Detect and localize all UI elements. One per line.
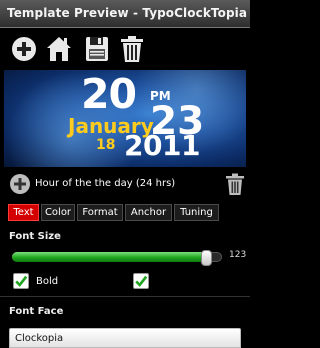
layer-name: Hour of the the day (24 hrs) bbox=[35, 178, 176, 189]
toolbar bbox=[0, 29, 250, 70]
tab-format[interactable]: Format bbox=[77, 204, 123, 221]
title-bar: Template Preview - TypoClockTopia bbox=[0, 0, 250, 28]
second-checkbox[interactable] bbox=[133, 273, 149, 289]
divider bbox=[0, 296, 250, 297]
home-icon[interactable] bbox=[45, 34, 73, 64]
trash-icon[interactable] bbox=[118, 34, 146, 64]
clock-weekday: 18 bbox=[96, 137, 116, 153]
clock-preview: 20 PM January 23 18 2011 bbox=[4, 70, 246, 167]
tab-text[interactable]: Text bbox=[8, 204, 39, 221]
font-size-label: Font Size bbox=[9, 231, 61, 242]
clock-hour: 20 bbox=[81, 70, 137, 118]
property-tabs: Text Color Format Anchor Tuning bbox=[8, 204, 248, 221]
delete-layer-icon[interactable] bbox=[224, 172, 246, 196]
layer-row[interactable]: Hour of the the day (24 hrs) bbox=[0, 170, 250, 198]
font-size-slider[interactable] bbox=[12, 250, 222, 266]
font-size-value: 123 bbox=[229, 250, 247, 260]
tab-tuning[interactable]: Tuning bbox=[174, 204, 219, 221]
font-face-value: Clockopia bbox=[15, 333, 64, 344]
bold-label: Bold bbox=[36, 276, 59, 287]
slider-fill bbox=[12, 252, 207, 262]
slider-thumb[interactable] bbox=[201, 250, 212, 266]
tab-color[interactable]: Color bbox=[41, 204, 75, 221]
add-layer-icon[interactable] bbox=[9, 173, 31, 195]
tab-anchor[interactable]: Anchor bbox=[125, 204, 172, 221]
save-icon[interactable] bbox=[83, 34, 111, 64]
clock-year: 2011 bbox=[124, 129, 200, 162]
font-face-label: Font Face bbox=[9, 306, 64, 317]
window-title: Template Preview - TypoClockTopia bbox=[7, 6, 248, 20]
bold-checkbox[interactable] bbox=[13, 273, 29, 289]
font-face-selector[interactable]: Clockopia bbox=[9, 328, 241, 348]
add-icon[interactable] bbox=[10, 34, 38, 64]
